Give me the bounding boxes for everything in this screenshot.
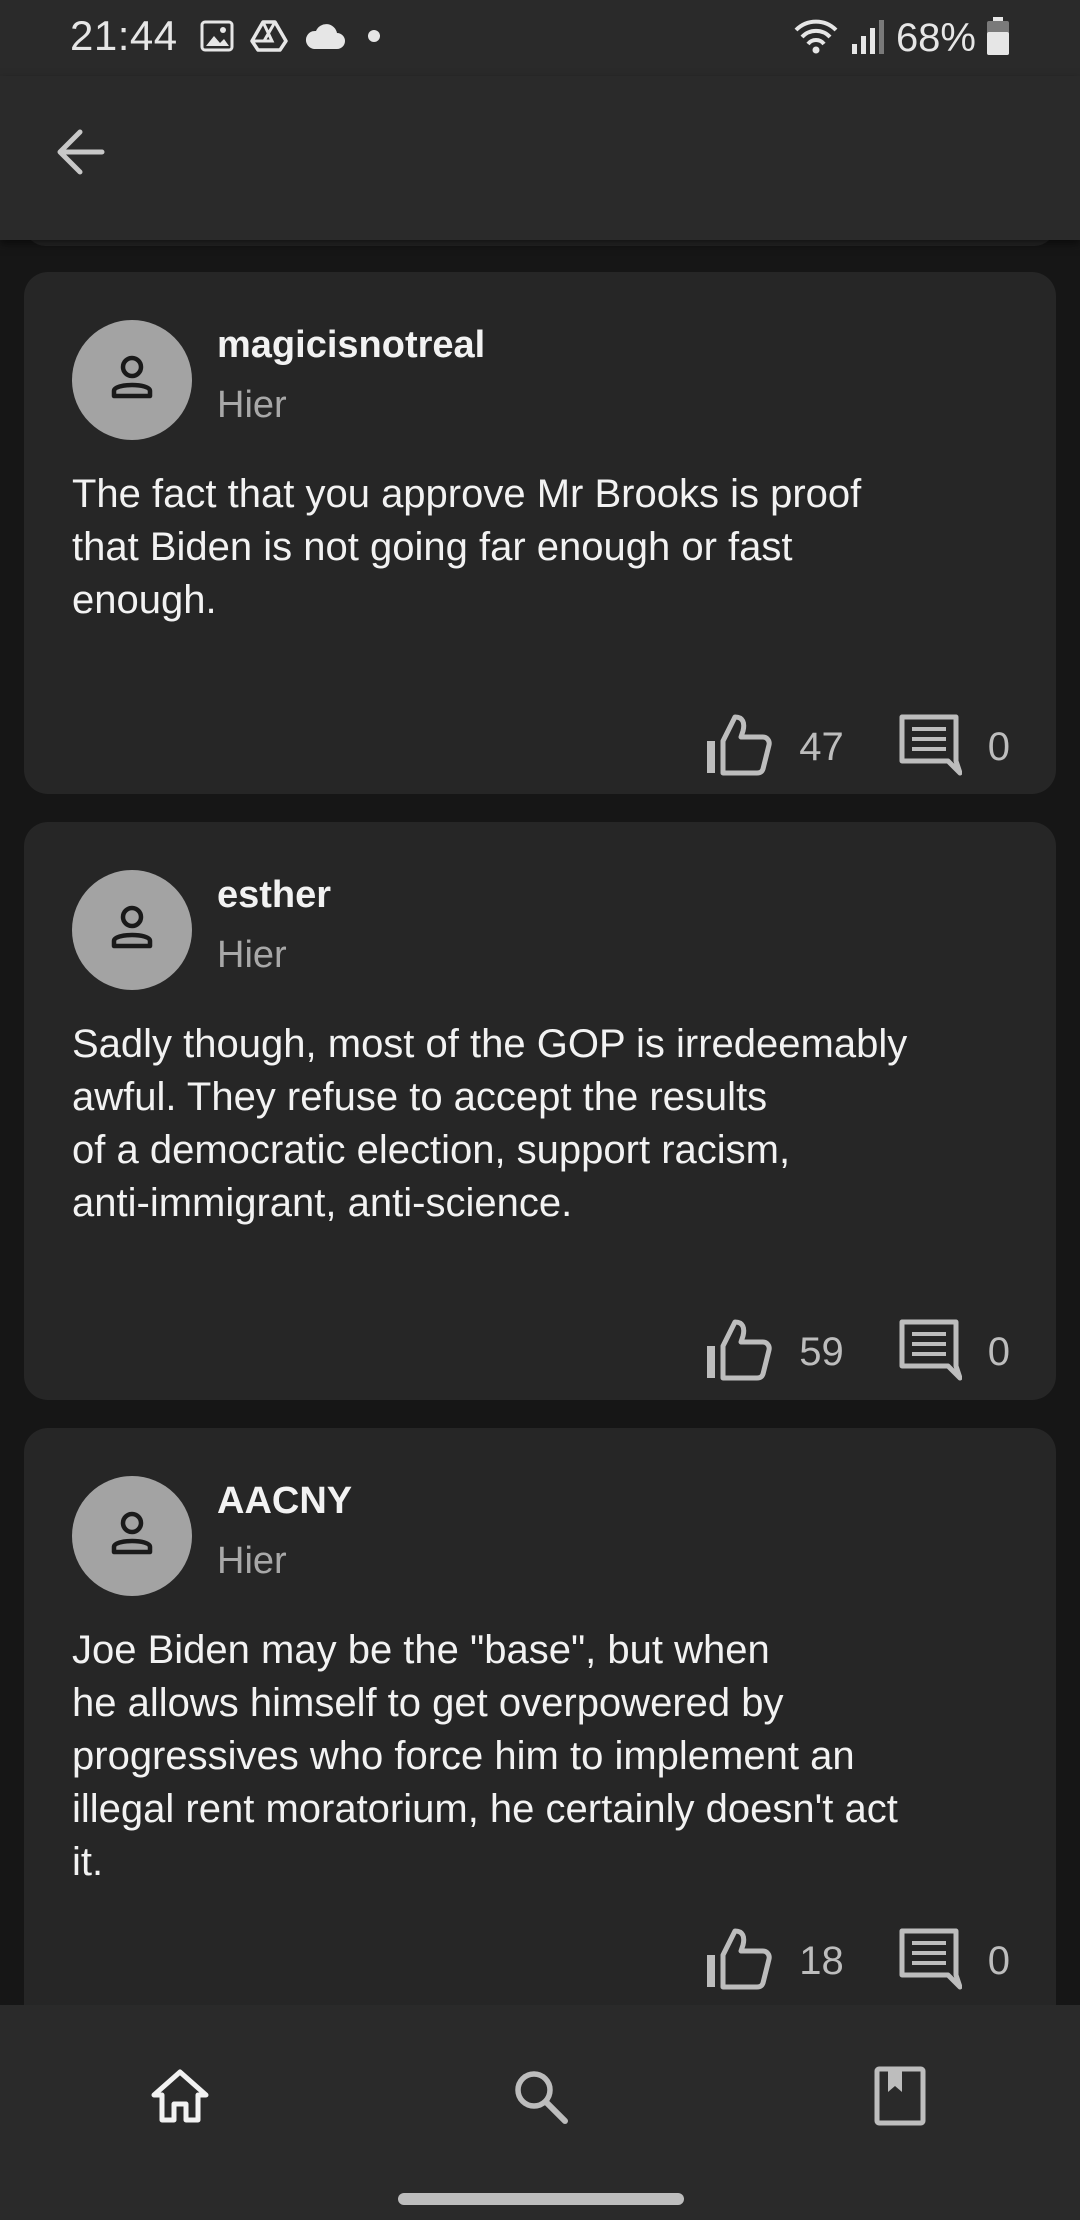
avatar[interactable] (72, 1476, 192, 1596)
reply-button[interactable]: 0 (898, 1927, 1010, 1996)
nav-home-button[interactable] (135, 2053, 225, 2143)
back-button[interactable] (40, 114, 120, 194)
comment-time: Hier (217, 384, 287, 426)
person-icon (104, 350, 160, 411)
battery-icon (986, 16, 1010, 61)
image-icon (200, 19, 234, 58)
reply-button[interactable]: 0 (898, 1318, 1010, 1387)
comment-actions: 59 0 (703, 1317, 1010, 1387)
comment-icon (898, 1318, 963, 1387)
app-bar (0, 76, 1080, 240)
like-count: 59 (799, 1329, 844, 1374)
reply-count: 0 (987, 1938, 1010, 1983)
like-button[interactable]: 47 (703, 713, 844, 782)
thumbs-up-icon (703, 1927, 773, 1996)
drive-icon (250, 19, 288, 58)
arrow-back-icon (52, 124, 108, 185)
reply-count: 0 (987, 724, 1010, 769)
comment-body: The fact that you approve Mr Brooks is p… (72, 472, 862, 622)
status-bar: 21:44 68% (0, 0, 1080, 76)
like-count: 18 (799, 1938, 844, 1983)
search-icon (510, 2066, 570, 2131)
comment-card: esther Hier Sadly though, most of the GO… (24, 822, 1056, 1400)
home-icon (150, 2068, 210, 2129)
reply-count: 0 (987, 1329, 1010, 1374)
comment-author[interactable]: AACNY (217, 1480, 352, 1523)
reply-button[interactable]: 0 (898, 713, 1010, 782)
like-button[interactable]: 59 (703, 1318, 844, 1387)
comment-actions: 18 0 (703, 1926, 1010, 1996)
comment-icon (898, 1927, 963, 1996)
status-time: 21:44 (70, 12, 178, 59)
person-icon (104, 900, 160, 961)
thumbs-up-icon (703, 1318, 773, 1387)
comment-time: Hier (217, 934, 287, 976)
comment-author[interactable]: magicisnotreal (217, 324, 485, 367)
home-indicator[interactable] (398, 2193, 684, 2205)
dot-icon (362, 24, 386, 53)
comment-time: Hier (217, 1540, 287, 1582)
signal-icon (850, 16, 886, 61)
comment-feed[interactable]: magicisnotreal Hier The fact that you ap… (0, 240, 1080, 2005)
avatar[interactable] (72, 320, 192, 440)
battery-percentage: 68% (895, 15, 976, 60)
comment-body: Sadly though, most of the GOP is irredee… (72, 1022, 908, 1225)
comment-card: magicisnotreal Hier The fact that you ap… (24, 272, 1056, 794)
nav-bookmarks-button[interactable] (855, 2053, 945, 2143)
nav-search-button[interactable] (495, 2053, 585, 2143)
comment-body: Joe Biden may be the "base", but when he… (72, 1628, 898, 1884)
person-icon (104, 1506, 160, 1567)
comment-icon (898, 713, 963, 782)
notification-icons (200, 18, 386, 58)
like-button[interactable]: 18 (703, 1927, 844, 1996)
previous-comment-card-edge (24, 240, 1056, 246)
system-icons: 68% (792, 12, 1010, 64)
avatar[interactable] (72, 870, 192, 990)
cloud-icon (304, 21, 346, 56)
comment-actions: 47 0 (703, 712, 1010, 782)
bottom-navigation (0, 2005, 1080, 2220)
comment-author[interactable]: esther (217, 874, 331, 917)
bookmark-icon (874, 2066, 926, 2131)
comment-card: AACNY Hier Joe Biden may be the "base", … (24, 1428, 1056, 2005)
like-count: 47 (799, 724, 844, 769)
thumbs-up-icon (703, 713, 773, 782)
wifi-icon (792, 16, 840, 61)
